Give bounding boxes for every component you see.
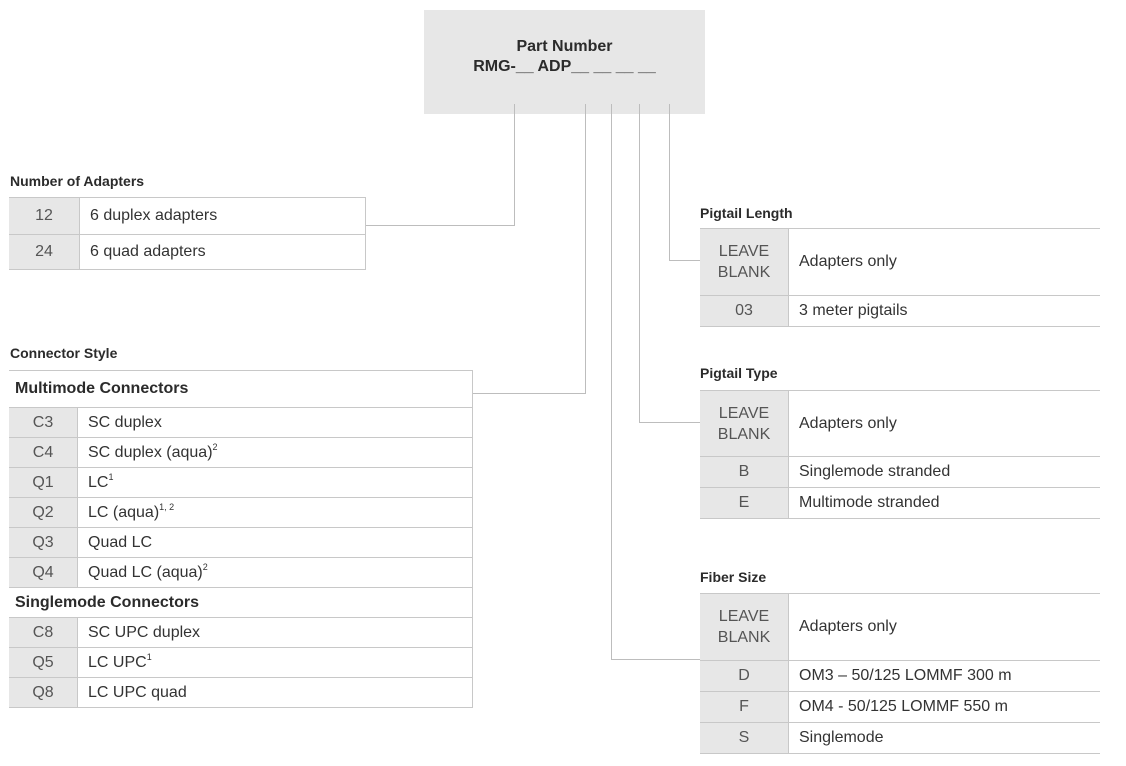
desc-cell: Multimode stranded xyxy=(788,487,1100,519)
desc-cell: LC (aqua)1, 2 xyxy=(77,497,473,528)
desc-cell: Adapters only xyxy=(788,390,1100,457)
connector-line xyxy=(366,225,515,226)
connector-line xyxy=(611,104,612,660)
table-row: F OM4 - 50/125 LOMMF 550 m xyxy=(700,691,1100,723)
adapters-table: 12 6 duplex adapters 24 6 quad adapters xyxy=(9,197,366,270)
desc-cell: SC duplex (aqua)2 xyxy=(77,437,473,468)
table-row: Q5 LC UPC1 xyxy=(9,647,473,678)
table-row: C8 SC UPC duplex xyxy=(9,617,473,648)
desc-cell: LC UPC1 xyxy=(77,647,473,678)
desc-cell: Adapters only xyxy=(788,593,1100,661)
desc-cell: Quad LC (aqua)2 xyxy=(77,557,473,588)
table-row: B Singlemode stranded xyxy=(700,456,1100,488)
pigtail-length-table: LEAVE BLANK Adapters only 03 3 meter pig… xyxy=(700,228,1100,327)
desc-cell: Adapters only xyxy=(788,228,1100,296)
group-label: Multimode Connectors xyxy=(9,370,473,408)
connector-line xyxy=(611,659,700,660)
code-cell: S xyxy=(700,722,789,754)
table-row: LEAVE BLANK Adapters only xyxy=(700,593,1100,661)
code-cell: LEAVE BLANK xyxy=(700,390,789,457)
desc-cell: 6 quad adapters xyxy=(79,234,366,270)
connector-line xyxy=(585,104,586,394)
code-cell: D xyxy=(700,660,789,692)
section-title-fiber-size: Fiber Size xyxy=(700,569,767,585)
connector-line xyxy=(639,104,640,423)
code-cell: C8 xyxy=(9,617,78,648)
section-title-connector: Connector Style xyxy=(10,345,118,361)
table-row: 12 6 duplex adapters xyxy=(9,197,366,235)
part-number-code: RMG-__ ADP__ __ __ __ xyxy=(473,58,656,75)
desc-cell: OM3 – 50/125 LOMMF 300 m xyxy=(788,660,1100,692)
desc-cell: LC1 xyxy=(77,467,473,498)
code-cell: 12 xyxy=(9,197,80,235)
connector-line xyxy=(473,393,586,394)
group-header-multimode: Multimode Connectors xyxy=(9,370,473,408)
table-row: LEAVE BLANK Adapters only xyxy=(700,228,1100,296)
code-cell: Q5 xyxy=(9,647,78,678)
table-row: D OM3 – 50/125 LOMMF 300 m xyxy=(700,660,1100,692)
fiber-size-table: LEAVE BLANK Adapters only D OM3 – 50/125… xyxy=(700,593,1100,754)
part-number-title: Part Number xyxy=(516,38,613,55)
desc-cell: 3 meter pigtails xyxy=(788,295,1100,327)
code-cell: E xyxy=(700,487,789,519)
group-label: Singlemode Connectors xyxy=(9,587,473,618)
table-row: Q1 LC1 xyxy=(9,467,473,498)
section-title-adapters: Number of Adapters xyxy=(10,173,145,189)
group-header-singlemode: Singlemode Connectors xyxy=(9,587,473,618)
connector-line xyxy=(639,422,700,423)
table-row: Q2 LC (aqua)1, 2 xyxy=(9,497,473,528)
table-row: E Multimode stranded xyxy=(700,487,1100,519)
connector-table: Multimode Connectors C3 SC duplex C4 SC … xyxy=(9,370,473,708)
code-cell: C3 xyxy=(9,407,78,438)
desc-cell: 6 duplex adapters xyxy=(79,197,366,235)
code-cell: Q2 xyxy=(9,497,78,528)
table-row: Q8 LC UPC quad xyxy=(9,677,473,708)
code-cell: Q8 xyxy=(9,677,78,708)
code-cell: 03 xyxy=(700,295,789,327)
section-title-pigtail-type: Pigtail Type xyxy=(700,365,778,381)
table-row: Q3 Quad LC xyxy=(9,527,473,558)
table-row: C3 SC duplex xyxy=(9,407,473,438)
table-row: 03 3 meter pigtails xyxy=(700,295,1100,327)
connector-line xyxy=(514,104,515,226)
table-row: Q4 Quad LC (aqua)2 xyxy=(9,557,473,588)
desc-cell: SC UPC duplex xyxy=(77,617,473,648)
section-title-pigtail-length: Pigtail Length xyxy=(700,205,793,221)
code-cell: Q3 xyxy=(9,527,78,558)
table-row: C4 SC duplex (aqua)2 xyxy=(9,437,473,468)
code-cell: F xyxy=(700,691,789,723)
code-cell: LEAVE BLANK xyxy=(700,593,789,661)
desc-cell: Quad LC xyxy=(77,527,473,558)
table-row: 24 6 quad adapters xyxy=(9,234,366,270)
desc-cell: OM4 - 50/125 LOMMF 550 m xyxy=(788,691,1100,723)
connector-line xyxy=(669,260,700,261)
table-row: S Singlemode xyxy=(700,722,1100,754)
code-cell: B xyxy=(700,456,789,488)
pigtail-type-table: LEAVE BLANK Adapters only B Singlemode s… xyxy=(700,390,1100,519)
desc-cell: Singlemode xyxy=(788,722,1100,754)
code-cell: LEAVE BLANK xyxy=(700,228,789,296)
code-cell: C4 xyxy=(9,437,78,468)
desc-cell: Singlemode stranded xyxy=(788,456,1100,488)
desc-cell: SC duplex xyxy=(77,407,473,438)
code-cell: 24 xyxy=(9,234,80,270)
part-number-box: Part Number RMG-__ ADP__ __ __ __ xyxy=(424,10,705,114)
code-cell: Q1 xyxy=(9,467,78,498)
table-row: LEAVE BLANK Adapters only xyxy=(700,390,1100,457)
code-cell: Q4 xyxy=(9,557,78,588)
desc-cell: LC UPC quad xyxy=(77,677,473,708)
connector-line xyxy=(669,104,670,261)
